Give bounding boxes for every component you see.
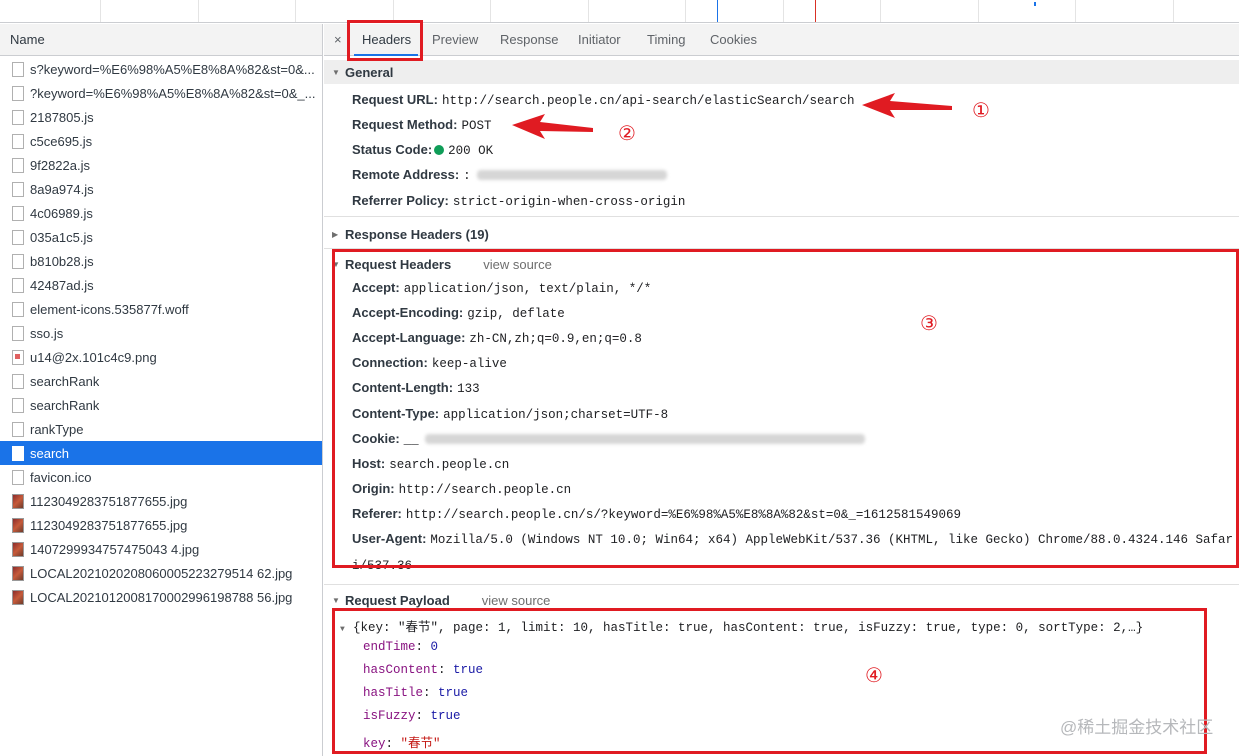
- annotation-marker-2: ②: [618, 121, 636, 145]
- annotation-marker-1: ①: [972, 98, 990, 122]
- arrow-to-request-method: [512, 114, 593, 139]
- arrow-to-request-url: [862, 93, 952, 118]
- annotation-marker-3: ③: [920, 311, 938, 335]
- annotation-arrows: [512, 93, 952, 139]
- watermark: @稀土掘金技术社区: [1060, 718, 1214, 737]
- annotation-marker-4: ④: [865, 663, 883, 687]
